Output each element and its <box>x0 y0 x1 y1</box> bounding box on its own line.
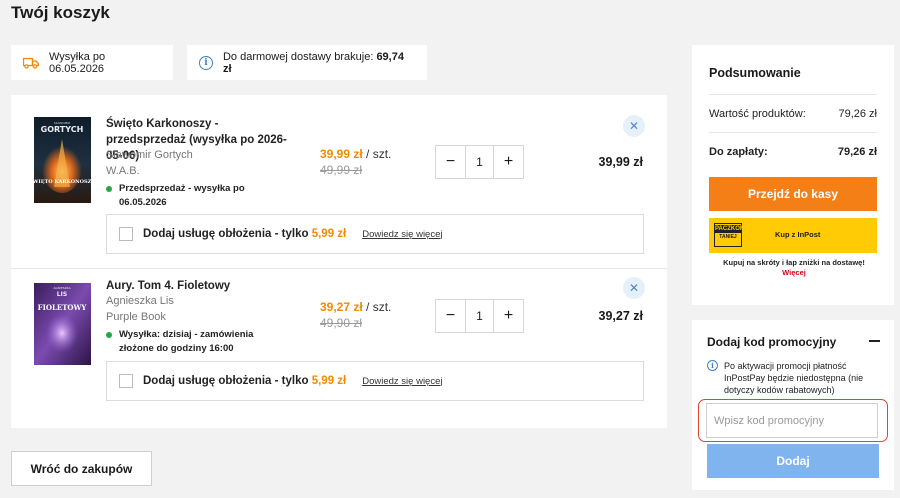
cover-title: FIOLETOWY <box>38 303 88 312</box>
close-icon: ✕ <box>628 119 640 133</box>
increase-quantity-button[interactable]: + <box>494 300 523 332</box>
promo-info-note: i Po aktywacji promocji płatność InPostP… <box>707 360 882 396</box>
summary-divider <box>709 132 877 133</box>
summary-title: Podsumowanie <box>709 66 801 80</box>
cover-author: GORTYCH <box>41 125 84 134</box>
cover-service-option[interactable]: Dodaj usługę obłożenia - tylko 5,99 zł D… <box>106 361 644 401</box>
cover-service-checkbox[interactable] <box>119 227 133 241</box>
unit-price: 39,27 zł / szt. 49,90 zł <box>320 300 392 330</box>
decrease-quantity-button[interactable]: − <box>436 300 465 332</box>
old-price: 49,99 zł <box>320 163 363 177</box>
inpost-text: Kup z InPost <box>775 230 821 239</box>
inpost-more-link[interactable]: Więcej <box>704 268 884 278</box>
book-cover-image[interactable]: SŁAWOMIR GORTYCH ŚWIĘTO KARKONOSZY <box>29 117 95 203</box>
promo-input-highlight <box>698 399 888 442</box>
apply-promo-button[interactable]: Dodaj <box>707 444 879 478</box>
back-to-shopping-button[interactable]: Wróć do zakupów <box>11 451 152 486</box>
product-title[interactable]: Aury. Tom 4. Fioletowy <box>106 278 296 294</box>
book-cover-image[interactable]: AGNIESZKA LIS FIOLETOWY <box>34 283 91 369</box>
free-delivery-label: Do darmowej dostawy brakuje: 69,74 zł <box>222 50 404 75</box>
promo-code-input[interactable] <box>706 403 878 438</box>
checkout-button[interactable]: Przejdź do kasy <box>709 177 877 211</box>
cover-service-label: Dodaj usługę obłożenia - tylko 5,99 zł <box>143 375 347 387</box>
item-divider <box>11 268 667 269</box>
shipping-info: Wysyłka: dzisiaj - zamówienia złożone do… <box>106 328 276 356</box>
paczkomat-logo: PACZKOMAT TANIEJ <box>714 223 752 247</box>
remove-item-button[interactable]: ✕ <box>623 277 645 299</box>
info-icon: i <box>199 55 213 70</box>
collapse-icon[interactable] <box>869 340 880 342</box>
page-title: Twój koszyk <box>11 3 110 22</box>
free-delivery-pill: i Do darmowej dostawy brakuje: 69,74 zł <box>187 45 427 80</box>
truck-icon <box>22 57 39 69</box>
availability-dot <box>106 332 112 338</box>
learn-more-link[interactable]: Dowiedz się więcej <box>362 229 442 240</box>
cover-service-label: Dodaj usługę obłożenia - tylko 5,99 zł <box>143 228 347 240</box>
learn-more-link[interactable]: Dowiedz się więcej <box>362 376 442 387</box>
quantity-value[interactable]: 1 <box>465 146 494 178</box>
promo-title[interactable]: Dodaj kod promocyjny <box>707 335 836 349</box>
product-publisher[interactable]: W.A.B. <box>106 163 140 179</box>
decrease-quantity-button[interactable]: − <box>436 146 465 178</box>
product-author[interactable]: Agnieszka Lis <box>106 293 174 309</box>
quantity-value[interactable]: 1 <box>465 300 494 332</box>
cart-items-panel: SŁAWOMIR GORTYCH ŚWIĘTO KARKONOSZY Święt… <box>11 95 667 428</box>
line-total: 39,27 zł <box>598 309 643 323</box>
shipping-date-pill: Wysyłka po 06.05.2026 <box>11 45 173 80</box>
remove-item-button[interactable]: ✕ <box>623 115 645 137</box>
shipping-info: Przedsprzedaż - wysyłka po 06.05.2026 <box>106 182 276 210</box>
old-price: 49,90 zł <box>320 316 363 330</box>
product-publisher[interactable]: Purple Book <box>106 309 166 325</box>
summary-divider <box>709 94 877 95</box>
products-value-row: Wartość produktów: 79,26 zł <box>709 108 877 120</box>
quantity-stepper: − 1 + <box>435 299 524 333</box>
inpost-note: Kupuj na skróty i łap zniżki na dostawę!… <box>704 258 884 278</box>
product-author[interactable]: Sławomir Gortych <box>106 147 193 163</box>
shipping-date-label: Wysyłka po 06.05.2026 <box>49 50 106 75</box>
increase-quantity-button[interactable]: + <box>494 146 523 178</box>
availability-dot <box>106 186 112 192</box>
cover-title: ŚWIĘTO KARKONOSZY <box>34 177 91 185</box>
quantity-stepper: − 1 + <box>435 145 524 179</box>
to-pay-row: Do zapłaty: 79,26 zł <box>709 146 877 158</box>
info-icon: i <box>707 360 718 371</box>
promo-code-panel: Dodaj kod promocyjny i Po aktywacji prom… <box>692 320 894 490</box>
cover-service-checkbox[interactable] <box>119 374 133 388</box>
line-total: 39,99 zł <box>598 155 643 169</box>
cover-author-small: AGNIESZKA <box>53 286 71 290</box>
inpost-banner[interactable]: PACZKOMAT TANIEJ Kup z InPost <box>709 218 877 253</box>
order-summary-panel: Podsumowanie Wartość produktów: 79,26 zł … <box>692 45 894 305</box>
cover-service-option[interactable]: Dodaj usługę obłożenia - tylko 5,99 zł D… <box>106 214 644 254</box>
cover-author: LIS <box>57 291 67 298</box>
unit-price: 39,99 zł / szt. 49,99 zł <box>320 147 392 177</box>
close-icon: ✕ <box>628 281 640 295</box>
